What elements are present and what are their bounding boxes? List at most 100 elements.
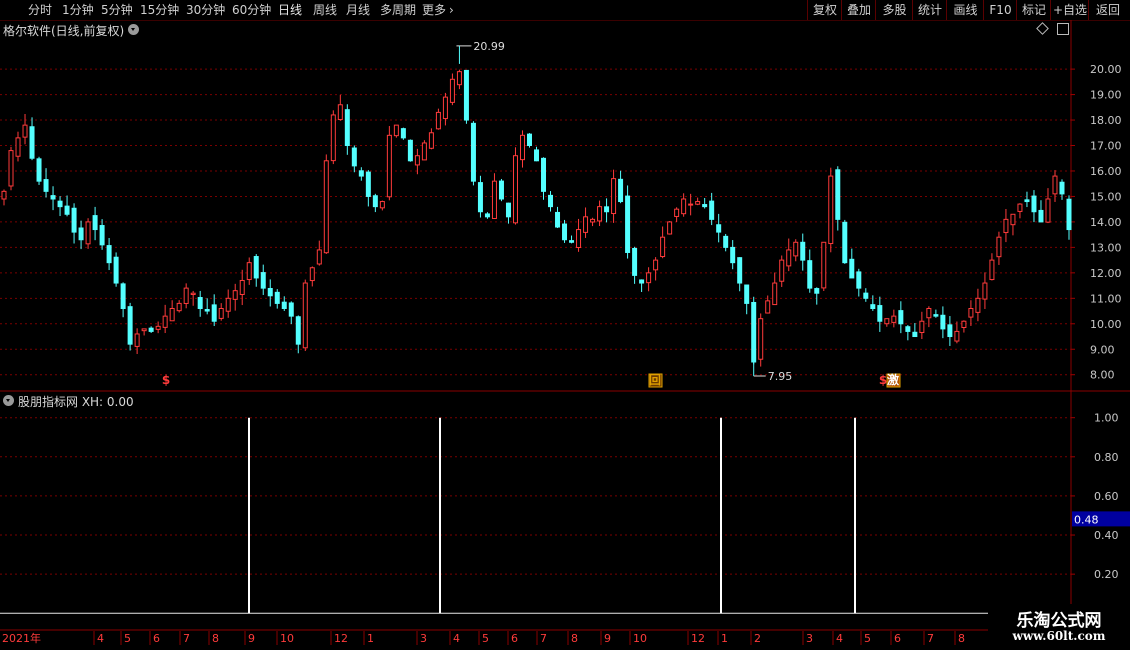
candle-body-34 — [239, 279, 245, 295]
candle-body-51 — [358, 170, 364, 177]
candle-body-149 — [1045, 198, 1051, 223]
candle-body-57 — [400, 128, 406, 139]
candle-body-52 — [365, 171, 371, 197]
candle-body-60 — [421, 142, 427, 161]
watermark: 乐淘公式网 www.60lt.com — [988, 604, 1130, 650]
time-tick-label-3: 6 — [153, 632, 160, 645]
candle-body-96 — [674, 208, 680, 217]
candle-body-110 — [772, 282, 778, 306]
signal-marker-0: $ — [162, 373, 170, 387]
candle-body-84 — [590, 218, 596, 223]
candle-body-73 — [512, 155, 518, 224]
time-tick-label-6: 9 — [248, 632, 255, 645]
candle-body-112 — [786, 249, 792, 267]
candle-body-108 — [758, 318, 764, 360]
time-tick-label-20: 2 — [754, 632, 761, 645]
kline-chart[interactable]: 8.009.0010.0011.0012.0013.0014.0015.0016… — [0, 0, 1130, 650]
signal-marker-2: $ — [879, 373, 887, 387]
time-tick-label-8: 12 — [334, 632, 348, 645]
low-price-label: 7.95 — [768, 370, 793, 383]
candle-body-99 — [695, 201, 701, 205]
time-tick-label-24: 6 — [894, 632, 901, 645]
candle-body-102 — [716, 224, 722, 233]
candle-body-40 — [281, 301, 287, 310]
candle-body-105 — [737, 257, 743, 284]
time-tick-label-7: 10 — [280, 632, 294, 645]
candle-body-0 — [1, 190, 7, 200]
candle-body-43 — [302, 282, 308, 349]
candle-body-61 — [428, 132, 434, 149]
candle-body-14 — [99, 225, 105, 246]
candle-body-8 — [57, 200, 63, 208]
candle-body-104 — [730, 246, 736, 264]
candle-body-36 — [253, 256, 259, 279]
candle-body-65 — [456, 71, 462, 86]
candle-body-53 — [372, 195, 378, 208]
candle-body-28 — [197, 297, 203, 310]
signal-marker-3: 激 — [887, 372, 899, 387]
candle-body-39 — [274, 291, 280, 304]
indicator-chevron-icon[interactable] — [3, 395, 14, 406]
candle-body-127 — [891, 315, 897, 323]
high-price-label: 20.99 — [473, 40, 505, 53]
candle-body-95 — [667, 221, 673, 235]
candle-body-144 — [1010, 213, 1016, 226]
time-tick-label-14: 7 — [540, 632, 547, 645]
candle-body-24 — [169, 308, 175, 322]
candle-body-31 — [218, 308, 224, 319]
time-tick-label-10: 3 — [420, 632, 427, 645]
time-tick-label-19: 1 — [721, 632, 728, 645]
candle-body-140 — [982, 282, 988, 300]
candle-body-1 — [8, 150, 14, 187]
candle-body-152 — [1066, 198, 1072, 231]
candle-body-71 — [498, 180, 504, 200]
candle-body-64 — [449, 78, 455, 103]
candle-body-139 — [975, 297, 981, 313]
candle-body-109 — [765, 300, 771, 314]
indicator-tick-label-1: 0.40 — [1094, 529, 1119, 542]
time-tick-label-22: 4 — [836, 632, 843, 645]
candle-body-143 — [1003, 218, 1009, 234]
candle-body-123 — [863, 292, 869, 299]
time-tick-label-18: 12 — [691, 632, 705, 645]
candle-body-79 — [555, 211, 561, 228]
candle-body-146 — [1024, 199, 1030, 203]
candle-body-47 — [330, 114, 336, 162]
candle-body-75 — [526, 133, 532, 147]
candle-body-6 — [43, 179, 49, 192]
candle-body-86 — [604, 206, 610, 213]
time-tick-label-9: 1 — [367, 632, 374, 645]
candle-body-93 — [653, 259, 659, 271]
candle-body-111 — [779, 259, 785, 282]
candle-body-63 — [442, 96, 448, 120]
candle-body-41 — [288, 302, 294, 317]
candle-body-120 — [842, 221, 848, 264]
candle-body-54 — [379, 201, 385, 209]
candle-body-5 — [36, 158, 42, 182]
candle-body-151 — [1059, 181, 1065, 195]
candle-body-20 — [141, 328, 147, 332]
candle-body-30 — [211, 304, 217, 322]
candle-body-141 — [989, 259, 995, 281]
time-tick-label-25: 7 — [927, 632, 934, 645]
candle-body-17 — [120, 283, 126, 310]
candle-body-49 — [344, 109, 350, 147]
candle-body-125 — [877, 305, 883, 322]
candle-body-68 — [477, 182, 483, 213]
candle-body-19 — [134, 333, 140, 347]
candle-body-7 — [50, 195, 56, 200]
indicator-tick-label-3: 0.80 — [1094, 451, 1119, 464]
candle-body-9 — [64, 205, 70, 215]
candle-body-118 — [828, 175, 834, 245]
candle-body-81 — [569, 240, 575, 243]
candle-body-90 — [632, 247, 638, 276]
time-tick-label-23: 5 — [864, 632, 871, 645]
time-tick-label-5: 8 — [212, 632, 219, 645]
candle-body-128 — [898, 310, 904, 325]
candle-body-2 — [15, 137, 21, 157]
candle-body-4 — [29, 126, 35, 159]
indicator-tick-label-4: 1.00 — [1094, 412, 1119, 425]
candle-body-67 — [470, 122, 476, 182]
candle-body-56 — [393, 124, 399, 137]
candle-body-83 — [583, 216, 589, 233]
